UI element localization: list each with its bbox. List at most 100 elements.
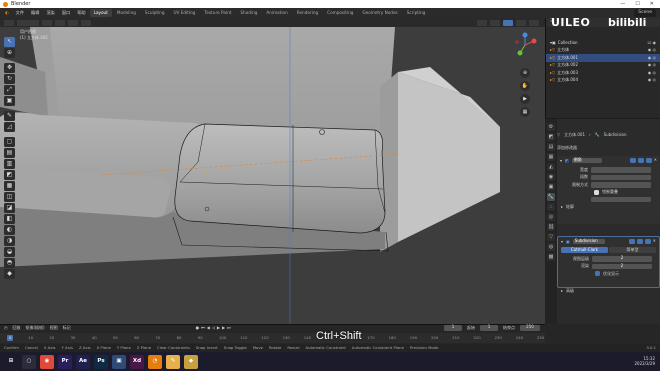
end-frame-field[interactable]: 250 [520, 325, 540, 331]
menu-render[interactable]: 渲染 [43, 9, 57, 17]
scene-tab-icon[interactable]: ◭ [547, 163, 555, 171]
jump-start-icon[interactable]: ⏮ [201, 326, 205, 330]
taskbar-app-icon[interactable]: ◆ [184, 354, 198, 369]
marker-menu[interactable]: 标记 [63, 326, 71, 330]
clamp-overlap-checkbox[interactable] [594, 189, 599, 195]
current-frame-field[interactable]: 1 [444, 325, 462, 331]
extrude-icon[interactable]: ▤ [4, 148, 15, 158]
close-icon[interactable]: ✕ [653, 238, 656, 245]
inset-icon[interactable]: ▥ [4, 159, 15, 169]
system-tray-clock[interactable]: 15:32 2022/3/29 [634, 357, 660, 366]
taskbar-app-icon[interactable]: Xd [130, 354, 144, 369]
keying-menu[interactable]: 抠像(插帧) [26, 326, 45, 330]
annotate-icon[interactable]: ✎ [4, 111, 15, 121]
play-reverse-icon[interactable]: ◁ [212, 326, 215, 330]
scale-icon[interactable]: ⤢ [4, 85, 15, 95]
collapse-chevron-icon[interactable]: ▾ [560, 158, 562, 163]
smooth-icon[interactable]: ◐ [4, 225, 15, 235]
select-menu[interactable] [55, 19, 65, 26]
taskbar-app-icon[interactable]: Ps [94, 354, 108, 369]
perspective-toggle-icon[interactable]: ▦ [520, 107, 530, 117]
taskbar-app-icon[interactable]: Ae [76, 354, 90, 369]
taskbar-app-icon[interactable]: ◉ [40, 354, 54, 369]
3d-viewport[interactable] [0, 27, 545, 324]
next-key-icon[interactable]: ▶ [222, 326, 225, 330]
collapse-chevron-icon[interactable]: ▾ [561, 239, 563, 244]
cursor-icon[interactable]: ⊕ [4, 48, 15, 58]
bevel-limit-field[interactable] [591, 182, 651, 188]
levels-viewport-field[interactable]: 2 [592, 256, 652, 262]
modifier-tab-icon[interactable]: 🔧 [547, 193, 555, 201]
minimize-button[interactable]: — [620, 1, 625, 7]
visibility-icon[interactable]: ◉ ◎ [648, 78, 656, 82]
camera-view-icon[interactable]: ▶ [520, 94, 530, 104]
playback-menu[interactable]: 回放 [13, 326, 21, 330]
visibility-icon[interactable]: ◉ ◎ [648, 70, 656, 75]
bevel-profile-row[interactable]: ▸ 轮廓 [557, 204, 660, 210]
jump-end-icon[interactable]: ⏭ [227, 326, 231, 330]
object-mode-dropdown[interactable] [17, 19, 39, 26]
tool-tab-icon[interactable]: ⚙ [547, 123, 555, 131]
shrink-icon[interactable]: ◒ [4, 247, 15, 257]
edit-mode-toggle[interactable] [629, 157, 636, 164]
view-menu[interactable]: 视图 [50, 326, 58, 330]
loop-cut-icon[interactable]: ▦ [4, 181, 15, 191]
shading-material-button[interactable] [516, 19, 526, 26]
constraints-tab-icon[interactable]: ⛓ [547, 223, 555, 231]
tab-sculpting[interactable]: Sculpting [141, 9, 169, 17]
simple-tab[interactable]: 简单型 [609, 247, 656, 253]
bevel-width-field[interactable] [591, 167, 651, 173]
add-cube-icon[interactable]: ▢ [4, 137, 15, 147]
pan-hand-icon[interactable]: ✋ [520, 81, 530, 91]
tab-shading[interactable]: Shading [236, 9, 261, 17]
knife-icon[interactable]: ◫ [4, 192, 15, 202]
tab-geometry-nodes[interactable]: Geometry Nodes [358, 9, 401, 17]
outliner-row[interactable]: ▸▽ 立方体.004 ◉ ◎ [546, 77, 660, 85]
taskbar-app-icon[interactable]: Pr [58, 354, 72, 369]
visibility-icon[interactable]: ◉ ◎ [648, 55, 656, 60]
poly-build-icon[interactable]: ◪ [4, 203, 15, 213]
measure-icon[interactable]: ◿ [4, 122, 15, 132]
add-modifier-dropdown[interactable]: 添加修改器 [557, 146, 660, 150]
modifier-name-field[interactable]: Subdivision [572, 238, 605, 245]
menu-help[interactable]: 帮助 [74, 9, 88, 17]
prev-key-icon[interactable]: ◀ [207, 326, 210, 330]
shear-icon[interactable]: ◓ [4, 258, 15, 268]
world-tab-icon[interactable]: ◉ [547, 173, 555, 181]
tab-animation[interactable]: Animation [262, 9, 291, 17]
view-layer-tab-icon[interactable]: ▦ [547, 153, 555, 161]
catmull-clark-tab[interactable]: Catmull-Clark [561, 247, 608, 253]
rotate-icon[interactable]: ↻ [4, 74, 15, 84]
output-tab-icon[interactable]: ▤ [547, 143, 555, 151]
add-menu[interactable] [68, 19, 78, 26]
visibility-icon[interactable]: ☑ ◉ [648, 40, 656, 45]
close-icon[interactable]: ✕ [654, 157, 657, 164]
taskbar-app-icon[interactable]: ✎ [166, 354, 180, 369]
tab-scripting[interactable]: Scripting [403, 9, 430, 17]
outliner-collection-row[interactable]: ▾▣ Collection ☑ ◉ [546, 39, 660, 47]
close-button[interactable]: ✕ [650, 1, 654, 7]
shading-solid-button[interactable] [503, 19, 513, 26]
taskbar-app-icon[interactable]: ◔ [148, 354, 162, 369]
particles-tab-icon[interactable]: ∴ [547, 203, 555, 211]
navigation-gizmo-icon[interactable] [512, 32, 538, 58]
tab-texture-paint[interactable]: Texture Paint [200, 9, 235, 17]
data-tab-icon[interactable]: ▽ [547, 233, 555, 241]
render-toggle[interactable] [645, 157, 652, 164]
tab-uv-editing[interactable]: UV Editing [169, 9, 199, 17]
optimal-display-checkbox[interactable] [595, 271, 600, 276]
object-tab-icon[interactable]: ▣ [547, 183, 555, 191]
zoom-icon[interactable]: ⊕ [520, 68, 530, 78]
tab-layout[interactable]: Layout [89, 8, 112, 18]
edge-slide-icon[interactable]: ◑ [4, 236, 15, 246]
bevel-amount-field[interactable] [591, 196, 651, 202]
blender-menu-icon[interactable]: ◐ [2, 9, 12, 17]
outliner-row[interactable]: ▸▽ 立方体.003 ◉ ◎ [546, 69, 660, 77]
tab-compositing[interactable]: Compositing [323, 9, 357, 17]
move-icon[interactable]: ✥ [4, 63, 15, 73]
spin-icon[interactable]: ◧ [4, 214, 15, 224]
timeline-ruler[interactable]: 0 10 20 30 40 50 60 70 80 90 100 110 120 130 140 150 160… [0, 333, 545, 343]
object-menu[interactable] [81, 19, 91, 26]
levels-render-field[interactable]: 2 [592, 263, 652, 269]
record-icon[interactable]: ● [196, 326, 200, 330]
